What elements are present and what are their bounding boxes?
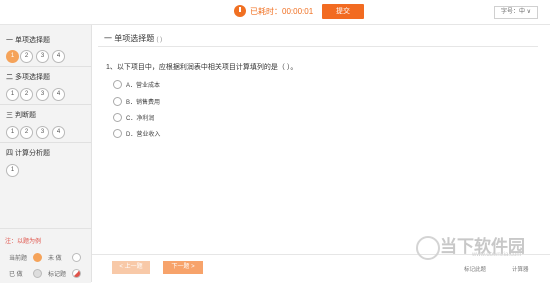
nav-q4-multi[interactable]: 4 <box>52 88 65 101</box>
watermark-logo-icon <box>416 236 440 260</box>
marked-indicator-icon <box>72 269 81 278</box>
legend-marked-label: 标记题 <box>48 272 67 278</box>
divider <box>0 104 91 105</box>
radio-button[interactable] <box>113 80 122 89</box>
nav-q1-tf[interactable]: 1 <box>6 126 19 139</box>
nav-q2-tf[interactable]: 2 <box>20 126 33 139</box>
nav-q2-multi[interactable]: 2 <box>20 88 33 101</box>
radio-button[interactable] <box>113 97 122 106</box>
current-indicator-icon <box>33 253 42 262</box>
option-label: A．营业成本 <box>126 83 161 89</box>
prev-question-button[interactable]: < 上一题 <box>112 261 150 274</box>
question-nav-sidebar: 一 单项选择题 1 2 3 4 二 多项选择题 1 2 3 4 三 判断题 1 … <box>0 25 92 283</box>
option-label: B．销售费用 <box>126 100 161 106</box>
divider <box>0 66 91 67</box>
nav-q4-tf[interactable]: 4 <box>52 126 65 139</box>
legend-box: 注：以题为例 当前题 未 做 已 做 标记题 <box>0 228 91 283</box>
section-heading-text: 一 单项选择题 <box>104 34 155 43</box>
section-title-calculation: 四 计算分析题 <box>6 150 50 157</box>
divider <box>0 142 91 143</box>
section-heading: 一 单项选择题 ( ) <box>104 33 162 44</box>
done-indicator-icon <box>33 269 42 278</box>
calculator-button[interactable]: 计算器 <box>512 265 529 273</box>
nav-q1-calc[interactable]: 1 <box>6 164 19 177</box>
mark-question-button[interactable]: 标记此题 <box>464 265 486 273</box>
legend-undone-label: 未 做 <box>48 256 62 262</box>
question-text: 1、以下项目中，应根据利润表中相关项目计算填列的是（ ）。 <box>106 64 298 71</box>
clock-icon <box>234 5 246 17</box>
section-heading-paren: ( ) <box>156 37 163 43</box>
section-title-true-false: 三 判断题 <box>6 112 36 119</box>
watermark-url: www.downxia.com <box>472 252 522 258</box>
nav-q4-single[interactable]: 4 <box>52 50 65 63</box>
option-label: C．净利润 <box>126 116 155 122</box>
nav-q1-multi[interactable]: 1 <box>6 88 19 101</box>
undone-indicator-icon <box>72 253 81 262</box>
radio-button[interactable] <box>113 113 122 122</box>
nav-q3-tf[interactable]: 3 <box>36 126 49 139</box>
legend-current-label: 当前题 <box>9 256 28 262</box>
legend-title: 注：以题为例 <box>5 239 42 245</box>
font-size-select[interactable]: 字号：中 ∨ <box>494 6 538 19</box>
top-bar: 已耗时：00:00:01 提交 字号：中 ∨ <box>0 0 550 25</box>
nav-q2-single[interactable]: 2 <box>20 50 33 63</box>
next-question-button[interactable]: 下一题 > <box>163 261 203 274</box>
elapsed-timer: 已耗时：00:00:01 <box>250 7 314 16</box>
nav-q3-multi[interactable]: 3 <box>36 88 49 101</box>
radio-button[interactable] <box>113 129 122 138</box>
submit-button[interactable]: 提交 <box>322 4 364 19</box>
divider <box>98 46 538 47</box>
nav-q1-single[interactable]: 1 <box>6 50 19 63</box>
option-label: D．营业收入 <box>126 132 161 138</box>
section-title-single-choice: 一 单项选择题 <box>6 37 50 44</box>
nav-q3-single[interactable]: 3 <box>36 50 49 63</box>
legend-done-label: 已 做 <box>9 272 23 278</box>
section-title-multi-choice: 二 多项选择题 <box>6 74 50 81</box>
